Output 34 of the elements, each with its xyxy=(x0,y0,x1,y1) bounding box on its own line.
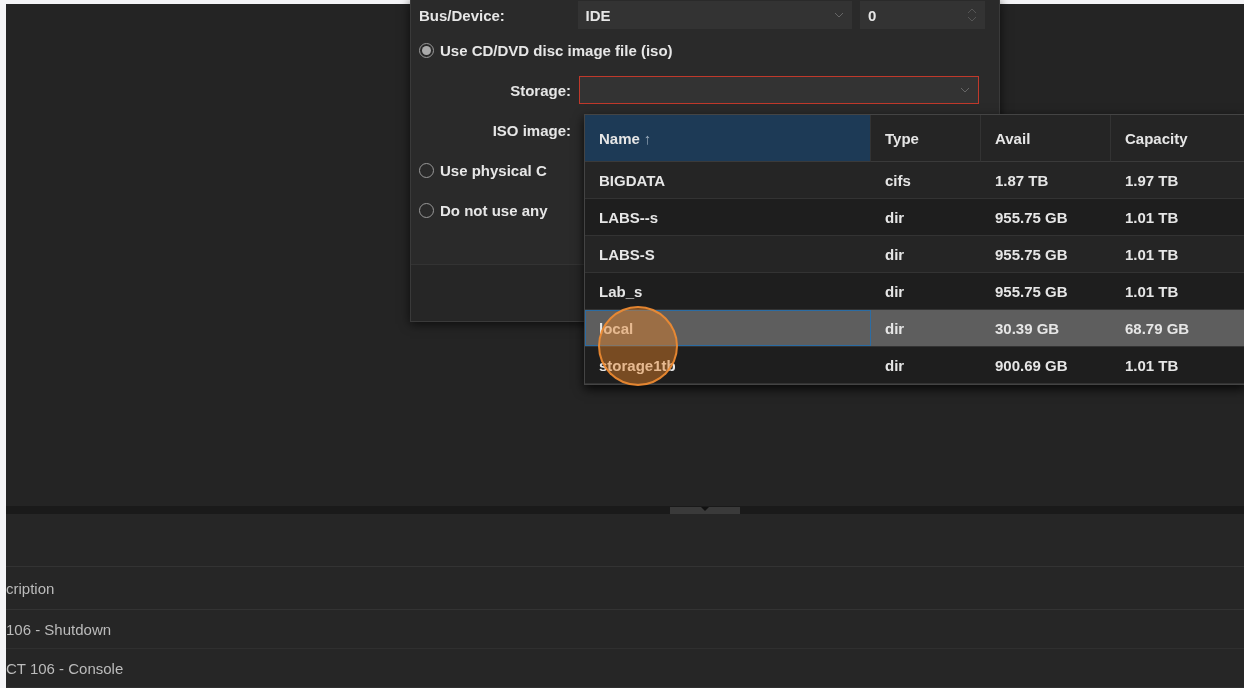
table-cell: CT 106 - Console xyxy=(6,659,124,677)
column-header[interactable]: Capacity xyxy=(1111,115,1244,162)
table-cell[interactable]: 1.97 TB xyxy=(1111,162,1244,199)
table-cell[interactable]: dir xyxy=(871,310,981,347)
field-label: ISO image: xyxy=(491,121,571,139)
table-cell[interactable]: dir xyxy=(871,236,981,273)
column-header[interactable]: Avail xyxy=(981,115,1111,162)
table-cell[interactable]: dir xyxy=(871,347,981,384)
column-header[interactable]: cription xyxy=(6,579,55,597)
table-cell: 106 - Shutdown xyxy=(6,620,112,638)
column-header[interactable]: Type xyxy=(871,115,981,162)
table-cell[interactable]: BIGDATA xyxy=(585,162,871,199)
table-cell[interactable]: 955.75 GB xyxy=(981,236,1111,273)
splitter-handle[interactable] xyxy=(670,507,740,515)
storage-dropdown[interactable] xyxy=(579,76,979,104)
field-label: Storage: xyxy=(509,81,571,99)
bus-dropdown[interactable]: IDE xyxy=(577,1,853,29)
table-cell[interactable]: 900.69 GB xyxy=(981,347,1111,384)
device-spinner[interactable]: 0 xyxy=(860,1,985,29)
radio-option[interactable]: Use CD/DVD disc image file (iso) xyxy=(419,30,673,70)
caret-icon xyxy=(834,12,845,18)
table-cell[interactable]: cifs xyxy=(871,162,981,199)
table-cell[interactable]: 30.39 GB xyxy=(981,310,1111,347)
table-cell[interactable]: LABS-S xyxy=(585,236,871,273)
field-label: Bus/Device: xyxy=(419,6,506,24)
spinner-arrows-icon xyxy=(967,8,977,22)
caret-icon xyxy=(960,87,970,93)
table-cell[interactable]: 1.01 TB xyxy=(1111,236,1244,273)
table-cell[interactable]: 1.87 TB xyxy=(981,162,1111,199)
radio-option[interactable]: Do not use any xyxy=(419,190,548,230)
table-cell[interactable]: 68.79 GB xyxy=(1111,310,1244,347)
column-header[interactable]: Name ↑ xyxy=(585,115,871,162)
radio-option[interactable]: Use physical C xyxy=(419,150,547,190)
table-cell[interactable]: 1.01 TB xyxy=(1111,347,1244,384)
